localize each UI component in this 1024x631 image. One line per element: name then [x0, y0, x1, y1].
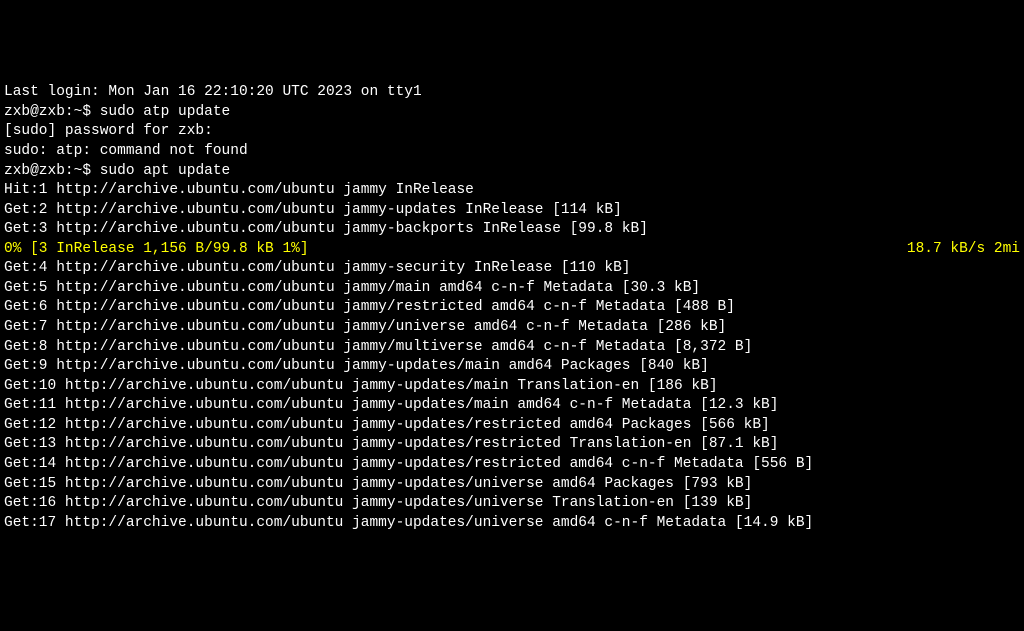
apt-get-line: Get:15 http://archive.ubuntu.com/ubuntu …	[4, 475, 1020, 495]
command-apt-update: sudo apt update	[100, 163, 231, 179]
prompt-user: zxb@zxb	[4, 104, 65, 120]
apt-get-line: Get:4 http://archive.ubuntu.com/ubuntu j…	[4, 259, 1020, 279]
apt-get-line: Get:10 http://archive.ubuntu.com/ubuntu …	[4, 377, 1020, 397]
apt-get-line: Get:16 http://archive.ubuntu.com/ubuntu …	[4, 494, 1020, 514]
apt-get-line: Get:17 http://archive.ubuntu.com/ubuntu …	[4, 514, 1020, 534]
prompt-path: :~$	[65, 163, 100, 179]
apt-get-line: Get:11 http://archive.ubuntu.com/ubuntu …	[4, 396, 1020, 416]
apt-get-line: Get:8 http://archive.ubuntu.com/ubuntu j…	[4, 338, 1020, 358]
prompt-line-1: zxb@zxb:~$ sudo atp update	[4, 103, 1020, 123]
prompt-path: :~$	[65, 104, 100, 120]
apt-hit-line: Hit:1 http://archive.ubuntu.com/ubuntu j…	[4, 181, 1020, 201]
apt-get-line: Get:3 http://archive.ubuntu.com/ubuntu j…	[4, 220, 1020, 240]
apt-get-line: Get:5 http://archive.ubuntu.com/ubuntu j…	[4, 279, 1020, 299]
progress-speed: 18.7 kB/s 2mi	[907, 240, 1020, 260]
apt-progress-line: 0% [3 InRelease 1,156 B/99.8 kB 1%] 18.7 …	[4, 240, 1020, 260]
apt-get-line: Get:13 http://archive.ubuntu.com/ubuntu …	[4, 435, 1020, 455]
apt-get-line: Get:2 http://archive.ubuntu.com/ubuntu j…	[4, 201, 1020, 221]
apt-get-line: Get:9 http://archive.ubuntu.com/ubuntu j…	[4, 357, 1020, 377]
sudo-error: sudo: atp: command not found	[4, 142, 1020, 162]
apt-get-line: Get:7 http://archive.ubuntu.com/ubuntu j…	[4, 318, 1020, 338]
command-typo: sudo atp update	[100, 104, 231, 120]
last-login-line: Last login: Mon Jan 16 22:10:20 UTC 2023…	[4, 83, 1020, 103]
prompt-user: zxb@zxb	[4, 163, 65, 179]
prompt-line-2: zxb@zxb:~$ sudo apt update	[4, 162, 1020, 182]
terminal-output[interactable]: Last login: Mon Jan 16 22:10:20 UTC 2023…	[4, 83, 1020, 533]
apt-get-line: Get:12 http://archive.ubuntu.com/ubuntu …	[4, 416, 1020, 436]
sudo-password-prompt: [sudo] password for zxb:	[4, 122, 1020, 142]
progress-status: 0% [3 InRelease 1,156 B/99.8 kB 1%]	[4, 240, 309, 260]
apt-get-line: Get:6 http://archive.ubuntu.com/ubuntu j…	[4, 298, 1020, 318]
apt-get-line: Get:14 http://archive.ubuntu.com/ubuntu …	[4, 455, 1020, 475]
